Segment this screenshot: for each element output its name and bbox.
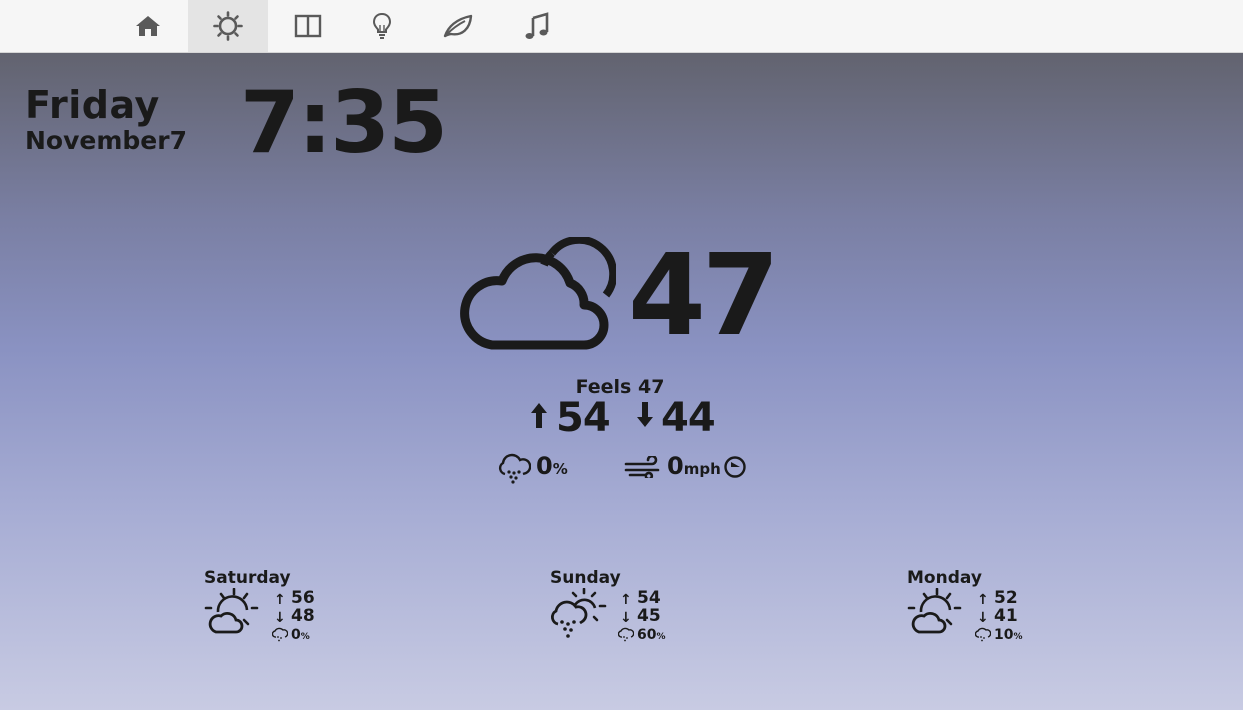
arrow-up-icon: ↑	[274, 592, 286, 608]
forecast-precip-value: 60	[637, 627, 657, 643]
wind-value: 0	[667, 452, 684, 480]
current-temperature: 47	[628, 231, 780, 361]
forecast-precip: 10%	[994, 626, 1023, 646]
forecast-high: 56	[291, 588, 315, 608]
forecast-low: 48	[291, 606, 315, 626]
forecast-precip-value: 10	[994, 627, 1014, 643]
today-high: 54	[556, 395, 611, 441]
rain-cloud-icon	[618, 627, 634, 642]
tab-music[interactable]	[497, 0, 577, 52]
split-panel-icon	[294, 14, 322, 38]
forecast-day-name: Sunday	[550, 568, 621, 588]
forecast-low: 45	[637, 606, 661, 626]
forecast-precip-value: 0	[291, 627, 301, 643]
rain-cloud-icon	[975, 627, 991, 642]
wind-speed: 0mph	[667, 452, 721, 480]
tab-weather[interactable]	[188, 0, 268, 52]
clock-time: 7:35	[240, 73, 448, 173]
precip-value: 0	[536, 452, 553, 480]
forecast-low: 41	[994, 606, 1018, 626]
rain-sun-icon	[551, 588, 607, 638]
forecast-day-name: Saturday	[204, 568, 291, 588]
forecast-precip: 0%	[291, 626, 310, 646]
weather-panel: Friday November7 7:35 47 Feels 47 54 44 …	[0, 53, 1243, 710]
arrow-up-icon	[531, 403, 547, 428]
top-nav-bar	[0, 0, 1243, 53]
precip-unit: %	[552, 460, 568, 478]
arrow-down-icon: ↓	[620, 610, 632, 626]
lightbulb-icon	[372, 12, 392, 39]
rain-cloud-icon	[498, 453, 531, 484]
forecast-day-sunday: Sunday ↑ 54 ↓ 45 60%	[550, 568, 710, 648]
forecast-high: 52	[994, 588, 1018, 608]
today-low: 44	[661, 395, 716, 441]
forecast-day-monday: Monday ↑ 52 ↓ 41 10%	[907, 568, 1067, 648]
forecast-precip-unit: %	[300, 632, 310, 642]
tab-home[interactable]	[108, 0, 188, 52]
home-icon	[136, 16, 160, 36]
forecast-high: 54	[637, 588, 661, 608]
forecast-precip-unit: %	[1013, 632, 1023, 642]
wind-direction-icon	[724, 456, 746, 478]
wind-unit: mph	[683, 460, 721, 478]
tab-lights[interactable]	[342, 0, 422, 52]
leaf-icon	[443, 14, 473, 38]
wind-icon	[624, 456, 660, 478]
arrow-down-icon: ↓	[977, 610, 989, 626]
arrow-up-icon: ↑	[977, 592, 989, 608]
rain-cloud-icon	[272, 627, 288, 642]
arrow-up-icon: ↑	[620, 592, 632, 608]
forecast-day-saturday: Saturday ↑ 56 ↓ 48 0%	[204, 568, 364, 648]
forecast-precip-unit: %	[656, 632, 666, 642]
partly-sunny-icon	[907, 588, 962, 634]
tab-eco[interactable]	[418, 0, 498, 52]
forecast-day-name: Monday	[907, 568, 982, 588]
sun-icon	[213, 11, 243, 41]
arrow-down-icon: ↓	[274, 610, 286, 626]
partly-sunny-icon	[204, 588, 259, 634]
arrow-down-icon	[637, 402, 653, 427]
precip-chance: 0%	[536, 452, 568, 480]
partly-cloudy-icon	[460, 237, 616, 350]
music-note-icon	[525, 12, 549, 39]
tab-panels[interactable]	[268, 0, 348, 52]
forecast-precip: 60%	[637, 626, 666, 646]
day-of-week: Friday	[25, 83, 160, 127]
date-label: November7	[25, 126, 187, 155]
